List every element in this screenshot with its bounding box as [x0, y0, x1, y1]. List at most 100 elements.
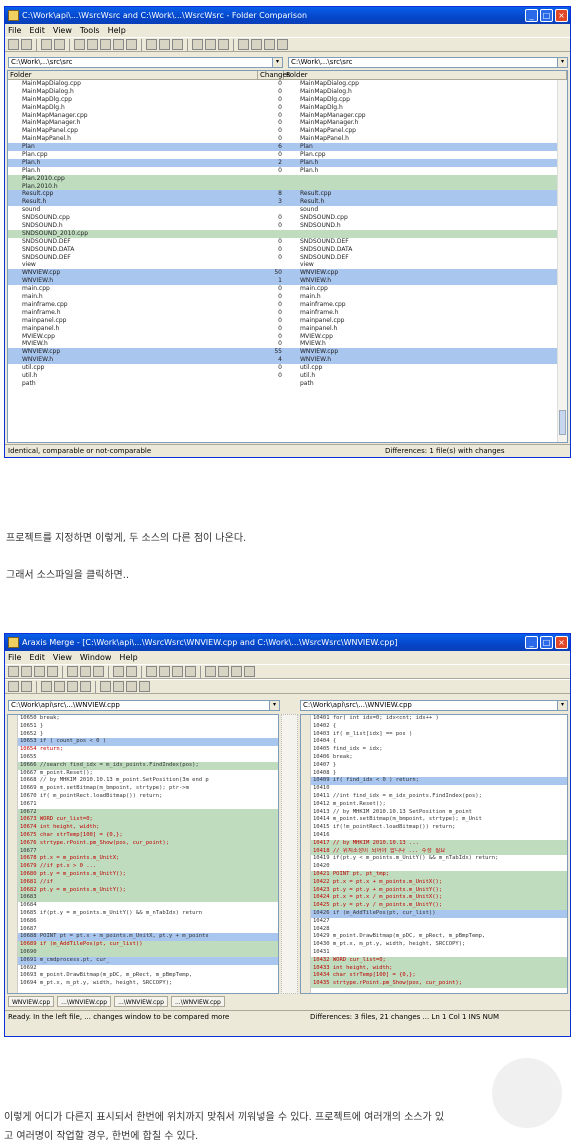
scrollbar-thumb[interactable] [559, 410, 566, 435]
code-line[interactable]: 10669 m_point.setBitmap(m_bmpoint, strty… [18, 785, 278, 793]
code-line[interactable]: 10694 m_pt.x, m_pt.y, width, height, SRC… [18, 980, 278, 988]
view-mode-icon[interactable] [205, 39, 216, 50]
tab-3[interactable]: ...\WNVIEW.cpp [114, 996, 168, 1007]
menu-window[interactable]: Window [80, 651, 112, 664]
code-line[interactable]: 10412 m_point.Reset(); [311, 801, 567, 809]
code-line[interactable]: 10430 m_pt.x, m_pt.y, width, height, SRC… [311, 941, 567, 949]
edit-icon[interactable] [100, 681, 111, 692]
code-line[interactable]: 10667 m_point.Reset(); [18, 770, 278, 778]
next-change-icon[interactable] [159, 39, 170, 50]
layout-icon[interactable] [146, 666, 157, 677]
save-all-icon[interactable] [47, 666, 58, 677]
menu-view[interactable]: View [53, 24, 72, 37]
open-icon[interactable] [21, 666, 32, 677]
first-change-icon[interactable] [41, 681, 52, 692]
maximize-button[interactable]: □ [540, 9, 553, 22]
file-row[interactable]: util.cpp 0 util.cpp [8, 364, 567, 372]
file-row[interactable]: MainMapPanel.h 0 MainMapPanel.h [8, 135, 567, 143]
minimize-button[interactable]: _ [525, 636, 538, 649]
paste-icon[interactable] [93, 666, 104, 677]
tab-1[interactable]: WNVIEW.cpp [8, 996, 55, 1007]
code-line[interactable]: 10418 // 위치조정이 되어야 합니다 ... 수정 필요 [311, 847, 567, 856]
code-line[interactable]: 10422 pt.x = pt.x + m_points.m_UnitX(); [311, 878, 567, 887]
code-line[interactable]: 10677 [18, 847, 278, 856]
code-line[interactable]: 10691 m_cmdprocess.pt, cur_ [18, 956, 278, 965]
left-path-field[interactable]: C:\Work\api\src\...\WNVIEW.cpp ▾ [8, 700, 280, 711]
copy-to-left-icon[interactable] [21, 681, 32, 692]
code-line[interactable]: 10672 [18, 808, 278, 817]
tab-4[interactable]: ...\WNVIEW.cpp [170, 996, 225, 1007]
code-line[interactable]: 10652 } [18, 731, 278, 739]
maximize-button[interactable]: □ [540, 636, 553, 649]
right-code-pane[interactable]: 10401 for( int idx=0; idx<cnt; idx++ ) 1… [300, 714, 568, 994]
code-line[interactable]: 10679 //if pt.x > 0 ... [18, 863, 278, 871]
file-row[interactable]: Plan.2010.h [8, 182, 567, 191]
tab-2[interactable]: ...\WNVIEW.cpp [57, 996, 112, 1007]
code-line[interactable]: 10409 if( find_idx < 0 ) return; [311, 777, 567, 786]
undo-icon[interactable] [113, 666, 124, 677]
file-row[interactable]: path path [8, 380, 567, 388]
menu-view[interactable]: View [53, 651, 72, 664]
code-line[interactable]: 10433 int height, width; [311, 964, 567, 973]
code-line[interactable]: 10405 find_idx = idx; [311, 746, 567, 754]
right-path-field[interactable]: C:\Work\api\src\...\WNVIEW.cpp ▾ [300, 700, 568, 711]
help-icon[interactable] [264, 39, 275, 50]
code-line[interactable]: 10421 POINT pt, pt_tmp; [311, 870, 567, 879]
file-row[interactable]: mainpanel.h 0 mainpanel.h [8, 325, 567, 333]
stop-icon[interactable] [54, 39, 65, 50]
code-line[interactable]: 10686 [18, 918, 278, 926]
code-line[interactable]: 10404 { [311, 738, 567, 746]
file-row[interactable]: mainframe.h 0 mainframe.h [8, 309, 567, 317]
code-line[interactable]: 10655 [18, 754, 278, 762]
menu-file[interactable]: File [8, 24, 21, 37]
menu-file[interactable]: File [8, 651, 21, 664]
code-line[interactable]: 10406 break; [311, 754, 567, 762]
code-line[interactable]: 10692 [18, 965, 278, 973]
code-line[interactable]: 10415 if(!m_pointRect.loadBitmap()) retu… [311, 824, 567, 832]
file-row[interactable]: SNDSOUND.DEF 0 SNDSOUND.DEF [8, 254, 567, 262]
code-line[interactable]: 10423 pt.y = pt.y + m_points.m_UnitY(); [311, 886, 567, 895]
folder-right-column-header[interactable]: Folder [284, 71, 567, 79]
code-line[interactable]: 10429 m_point.DrawBitmap(m_pDC, m_pRect,… [311, 933, 567, 941]
options-icon[interactable] [192, 39, 203, 50]
code-line[interactable]: 10674 int height, width; [18, 824, 278, 832]
file-row[interactable]: WNVIEW.h 4 WNVIEW.h [8, 356, 567, 365]
find-icon[interactable] [139, 681, 150, 692]
file-row[interactable]: Plan.h 0 Plan.h [8, 167, 567, 175]
code-line[interactable]: 10666 //search find_idx = m_idx_points.F… [18, 761, 278, 770]
code-line[interactable]: 10650 break; [18, 715, 278, 723]
file-row[interactable]: SNDSOUND.DEF 0 SNDSOUND.DEF [8, 238, 567, 246]
compare-icon[interactable] [100, 39, 111, 50]
code-line[interactable]: 10681 //if [18, 878, 278, 887]
code-line[interactable]: 10685 if(pt.y = m_points.m_UnitY() && m_… [18, 910, 278, 918]
file-row[interactable]: MVIEW.h 0 MVIEW.h [8, 340, 567, 348]
file-row[interactable]: WNVIEW.cpp 50 WNVIEW.cpp [8, 269, 567, 278]
right-path-field[interactable]: C:\Work\...\src\src ▾ [288, 57, 568, 68]
new-icon[interactable] [8, 39, 19, 50]
code-line[interactable]: 10683 [18, 894, 278, 903]
file-row[interactable]: Plan 6 Plan [8, 143, 567, 152]
code-line[interactable]: 10402 { [311, 723, 567, 731]
browse-dropdown-button[interactable]: ▾ [269, 701, 279, 710]
code-line[interactable]: 10431 [311, 949, 567, 957]
code-line[interactable]: 10410 [311, 785, 567, 793]
code-line[interactable]: 10688 POINT pt = pt.x + m_points.m_UnitX… [18, 933, 278, 942]
refresh-icon[interactable] [41, 39, 52, 50]
code-line[interactable]: 10417 // by MHKIM 2010.10.13 ... [311, 839, 567, 848]
file-row[interactable]: MainMapDlg.cpp 0 MainMapDlg.cpp [8, 96, 567, 104]
file-row[interactable]: sound sound [8, 206, 567, 214]
minimize-button[interactable]: _ [525, 9, 538, 22]
file-row[interactable]: WNVIEW.h 1 WNVIEW.h [8, 277, 567, 286]
code-line[interactable]: 10670 if( m_pointRect.loadBitmap()) retu… [18, 793, 278, 801]
prev-change-icon[interactable] [54, 681, 65, 692]
code-line[interactable]: 10416 [311, 832, 567, 840]
code-line[interactable]: 10427 [311, 918, 567, 926]
close-button[interactable]: × [555, 9, 568, 22]
two-way-icon[interactable] [159, 666, 170, 677]
report-icon[interactable] [238, 39, 249, 50]
cut-icon[interactable] [113, 39, 124, 50]
browse-dropdown-button[interactable]: ▾ [557, 58, 567, 67]
file-row[interactable]: Result.cpp 8 Result.cpp [8, 190, 567, 199]
window-title-bar[interactable]: Araxis Merge - [C:\Work\api\...\WsrcWsrc… [5, 634, 570, 651]
copy-icon[interactable] [80, 666, 91, 677]
